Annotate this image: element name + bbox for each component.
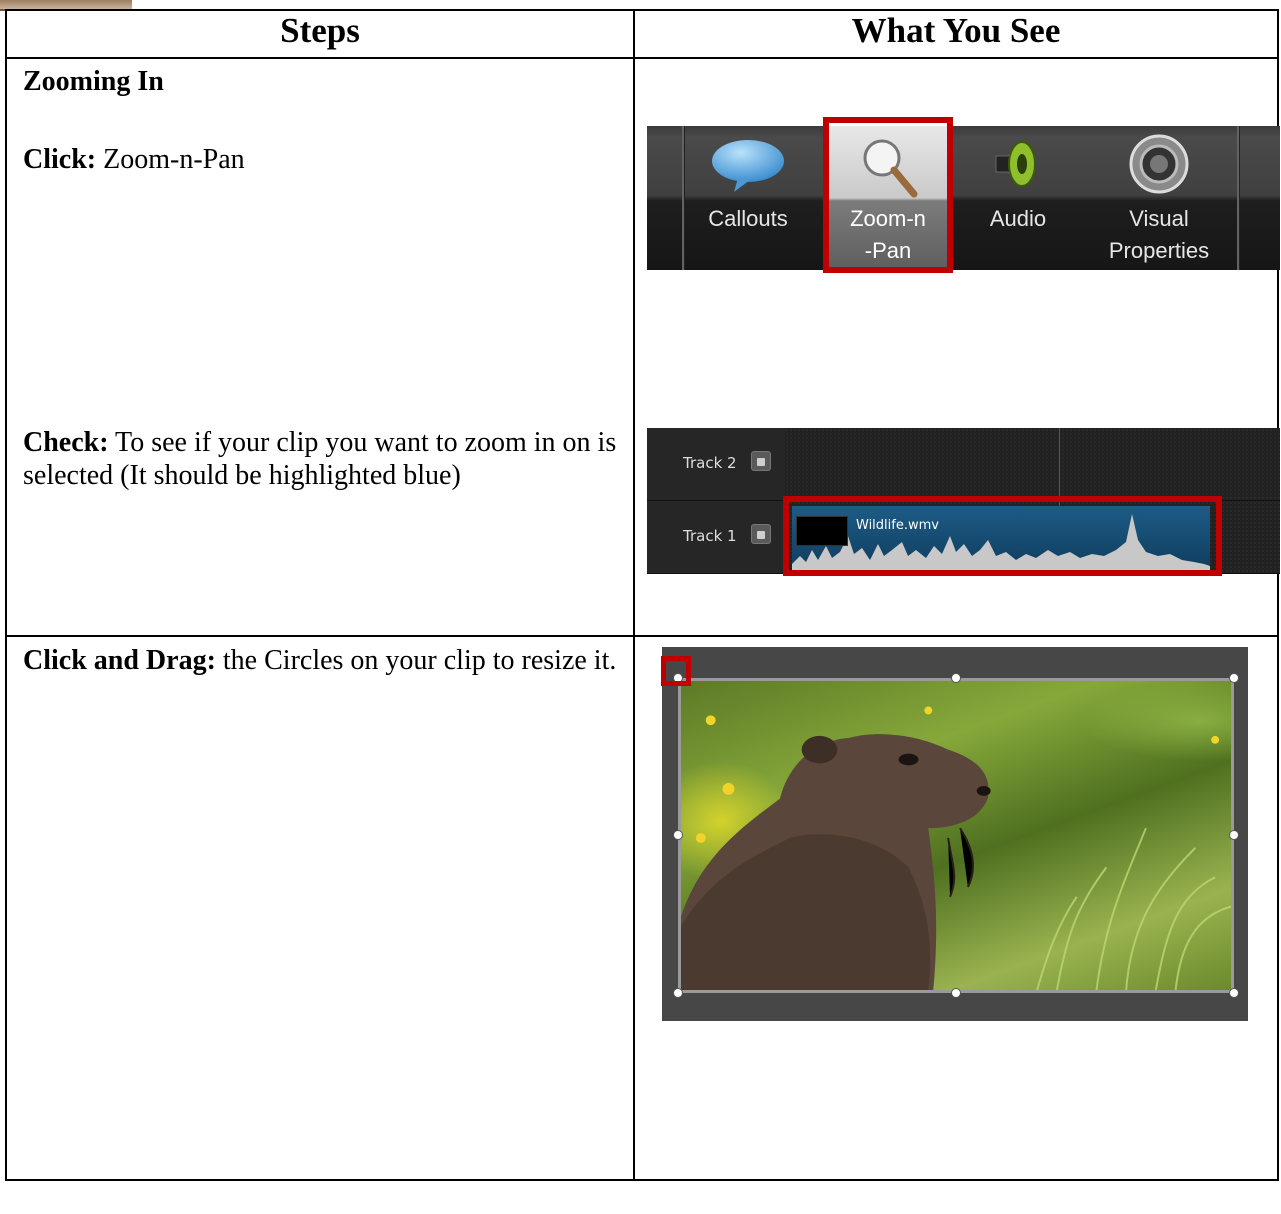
toolbar-screenshot: Callouts Zoom-n-Pan Audio Visual Propert… (647, 126, 1280, 270)
canvas-preview (662, 647, 1248, 1021)
resize-handle-bottom[interactable] (951, 988, 961, 998)
table-header-row: Steps What You See (5, 9, 1279, 59)
marmot-image (681, 706, 1231, 990)
track-2-lane (785, 428, 1280, 501)
zoom-highlight-box (823, 117, 953, 273)
track-2-header: Track 2 (647, 428, 785, 501)
table-row: Click and Drag: the Circles on your clip… (5, 635, 1279, 1181)
callouts-button[interactable]: Callouts (684, 126, 812, 270)
track-1-name: Track 1 (683, 527, 737, 545)
steps-cell: Zooming In Click: Zoom-n-Pan Check: To s… (5, 57, 635, 637)
resize-handle-right[interactable] (1229, 830, 1239, 840)
table-row: Zooming In Click: Zoom-n-Pan Check: To s… (5, 57, 1280, 637)
lock-icon[interactable] (751, 451, 771, 471)
lock-icon[interactable] (751, 524, 771, 544)
step-click-zoom: Click: Zoom-n-Pan (23, 144, 245, 175)
step-click-drag: Click and Drag: the Circles on your clip… (23, 645, 617, 676)
step-check-selected: Check: To see if your clip you want to z… (23, 427, 617, 491)
steps-cell: Click and Drag: the Circles on your clip… (5, 635, 635, 1181)
resize-handle-bottom-left[interactable] (673, 988, 683, 998)
instructions-table: Steps What You See Zooming In Click: Zoo… (5, 9, 1280, 1181)
clip-highlight-box (783, 496, 1222, 576)
visual-properties-label: Visual Properties (1108, 206, 1210, 263)
speech-bubble-icon (712, 140, 784, 192)
header-what-you-see: What You See (633, 9, 1279, 59)
resize-handle-left[interactable] (673, 830, 683, 840)
resize-handle-bottom-right[interactable] (1229, 988, 1239, 998)
speaker-icon (995, 140, 1036, 188)
marmot-photo (678, 678, 1234, 993)
gear-icon (1129, 134, 1189, 194)
callouts-label: Callouts (708, 206, 788, 231)
header-steps: Steps (5, 9, 635, 59)
track-2-name: Track 2 (683, 454, 737, 472)
resize-handle-top-right[interactable] (1229, 673, 1239, 683)
section-title: Zooming In (23, 66, 164, 97)
audio-button[interactable]: Audio (954, 126, 1082, 270)
handle-highlight-box (661, 656, 691, 686)
track-1-header: Track 1 (647, 501, 785, 574)
audio-label: Audio (989, 206, 1047, 231)
screenshot-cell: Callouts Zoom-n-Pan Audio Visual Propert… (633, 57, 1280, 637)
screenshot-cell (633, 635, 1279, 1181)
visual-properties-button[interactable]: Visual Properties (1084, 126, 1234, 270)
resize-handle-top[interactable] (951, 673, 961, 683)
